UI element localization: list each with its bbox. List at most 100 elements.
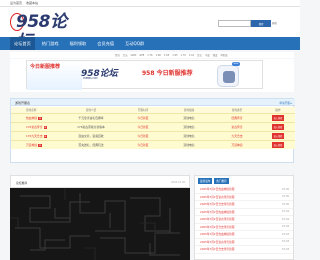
table-row[interactable]: 176复古传奇新 176复古原版全新版本 今日新区 双线电信 复古传奇 进入游戏 [11,122,295,131]
server-time: 今日新区 [137,134,149,138]
article-title[interactable]: 论坛推荐 [16,181,27,185]
enter-game-button[interactable]: 进入游戏 [271,133,285,139]
list-item-text: 2025年7月2日合击传奇新服 [200,247,235,252]
server-time: 今日新区 [137,116,149,120]
subnav-item[interactable]: GEE [139,54,144,57]
table-row[interactable]: 热血神途新 千元靠手速礼包爆率 今日新区 双线电信 经典传奇 进入游戏 [11,113,295,122]
tab-hot[interactable]: 热门推荐 [214,177,229,185]
set-home-link[interactable]: 设为首页 [10,1,22,5]
list-item-text: 2025年7月2日复古传奇新服 [200,217,235,222]
list-item-date: 07-03 [282,247,289,251]
banner-ad[interactable]: 今日新服推荐 958论坛 958BBS.COM 958 今日新服推荐 NEW [26,60,263,90]
list-item-date: 07-05 [282,195,289,199]
ad-banner: 今日新服推荐 958论坛 958BBS.COM 958 今日新服推荐 NEW [10,59,294,92]
col-line: 游戏线路 [183,109,195,112]
server-intro: 自由交易，装备回收 [78,134,104,138]
nav-item-games[interactable]: 热门游戏 [38,37,63,50]
server-type: 九天合击 [231,134,243,138]
list-item[interactable]: 2025年7月2日复古传奇新服 07-04 [195,216,293,224]
list-item[interactable]: 2025年7月2日热血神途新服 07-04 [195,209,293,216]
col-time: 开服时间 [137,109,149,112]
nav-item-qq-group[interactable]: 互动QQ群 [121,37,148,50]
list-item-date: 07-04 [282,210,289,214]
new-tag: 新 [43,126,48,129]
banner-left-text: 今日新服推荐 [30,64,61,70]
list-item[interactable]: 2025年7月2日热血神途新服 07-03 [195,231,293,239]
list-item-text: 2025年7月2日热血神途新服 [200,209,235,214]
list-item[interactable]: 2025年7月2日合击传奇新服 07-04 [195,224,293,231]
server-type: 万道神途 [231,143,243,147]
subnav-item[interactable]: 1.80 [156,54,161,57]
list-item-text: 2025年7月2日热血神途新服 [200,187,235,192]
subnav-item[interactable]: 复古 [197,53,202,57]
tab-latest[interactable]: 最新发布 [198,177,213,185]
server-line: 双线电信 [183,134,195,138]
subnav-item[interactable]: 1.76 [147,54,152,57]
list-item[interactable]: 2025年7月2日复古传奇新服 07-03 [195,239,293,246]
top-bar: 设为首页 收藏本站 [0,0,300,7]
site-logo[interactable]: 958论坛 [10,12,82,52]
new-tag: 新 [38,117,43,120]
app-icon [217,65,239,87]
server-name[interactable]: 万道神途 [26,143,37,147]
server-table: 游戏名称 游戏介绍 开服时间 游戏线路 游戏类型 操作 热血神途新 千元靠手速礼… [11,107,295,149]
server-line: 双线电信 [183,116,195,120]
server-intro: 千元靠手速礼包爆率 [78,116,104,120]
subnav-item[interactable]: 1.70 [181,54,186,57]
list-item-date: 07-03 [282,240,289,244]
subnav-item[interactable]: 传奇 [115,53,120,57]
bookmark-link[interactable]: 收藏本站 [26,1,38,5]
sidebar-tabs: 最新发布 热门推荐 [195,176,293,186]
subnav-item[interactable]: GOM [131,54,137,57]
list-item-text: 2025年7月2日合击传奇新服 [200,202,235,207]
server-name[interactable]: 176九天合击 [26,134,43,138]
enter-game-button[interactable]: 进入游戏 [271,142,285,148]
banner-sub-text: 958BBS.COM [83,77,98,80]
server-line: 双线电信 [183,143,195,147]
list-item-date: 07-03 [282,232,289,236]
table-row[interactable]: 176九天合击新 自由交易，装备回收 今日新区 双线电信 九天合击 进入游戏 [11,131,295,140]
article-date: 2025-07-05 [171,181,185,184]
subnav-item[interactable]: 中变 [205,53,210,57]
col-type: 游戏类型 [231,109,243,112]
list-item[interactable]: 2025年7月2日合击传奇新服 07-03 [195,246,293,254]
new-tag: 新 [43,135,48,138]
hot-search-link[interactable]: 热搜 [272,21,277,25]
col-intro: 游戏介绍 [85,109,97,112]
server-name[interactable]: 热血神途 [26,116,37,120]
server-name[interactable]: 176复古传奇 [26,125,43,129]
list-item[interactable]: 2025年7月2日复古传奇新服 07-05 [195,194,293,201]
list-item[interactable]: 2025年7月2日合击传奇新服 07-05 [195,201,293,209]
enter-game-button[interactable]: 进入游戏 [271,124,285,130]
sub-nav: 传奇 合击 GOM GEE 1.76 1.80 1.85 1.95 1.70 1… [10,52,294,58]
table-row[interactable]: 万道神途新 首充送礼，经典玩法 今日新区 双线电信 万道神途 进入游戏 [11,140,295,149]
col-name: 游戏名称 [26,109,37,112]
new-badge: NEW [232,62,240,66]
list-item-text: 2025年7月2日复古传奇新服 [200,194,235,199]
search-button[interactable]: 搜索 [251,20,271,27]
list-item[interactable]: 2025年7月2日热血神途新服 07-05 [195,186,293,194]
nav-item-welfare[interactable]: 福利领取 [66,37,91,50]
subnav-item[interactable]: 1.85 [164,54,169,57]
enter-game-button[interactable]: 进入游戏 [271,115,285,121]
list-item-text: 2025年7月2日复古传奇新服 [200,239,235,244]
nav-item-recharge[interactable]: 会员充值 [93,37,118,50]
banner-left-panel: 今日新服推荐 [27,61,82,90]
search-input[interactable] [218,20,251,27]
subnav-item[interactable]: 微变 [213,53,218,57]
article-image[interactable] [10,188,190,260]
main-nav: 论坛首页 热门游戏 福利领取 会员充值 互动QQ群 [0,37,300,50]
subnav-item[interactable]: 合击 [123,53,128,57]
server-time: 今日新区 [137,143,149,147]
list-item-text: 2025年7月2日热血神途新服 [200,232,235,237]
server-type: 经典传奇 [231,116,243,120]
server-line: 双线电信 [183,125,195,129]
apply-server-link[interactable]: 申请开服 ▸ [279,101,292,105]
list-item-date: 07-05 [282,187,289,191]
list-item-date: 07-05 [282,202,289,206]
list-item-text: 2025年7月2日合击传奇新服 [200,224,235,229]
subnav-item[interactable]: 1.10 [189,54,194,57]
nav-item-home[interactable]: 论坛首页 [10,37,35,50]
subnav-item[interactable]: 单职业 [221,53,228,57]
subnav-item[interactable]: 1.95 [172,54,177,57]
